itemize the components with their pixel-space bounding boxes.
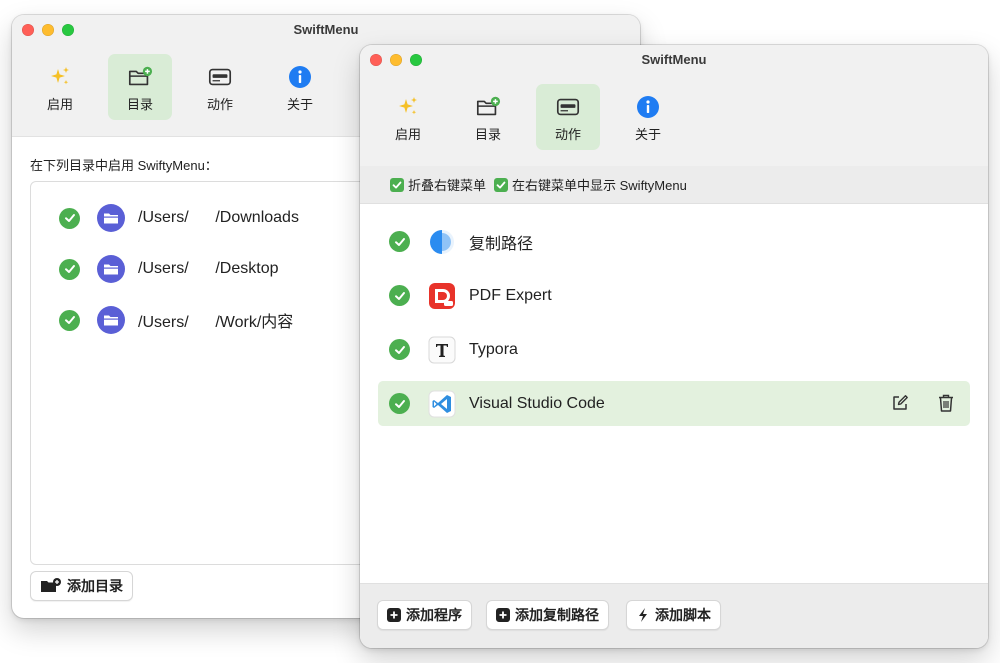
tab-label: 关于 (634, 127, 661, 142)
checkbox-icon (494, 177, 509, 192)
show-in-menu-checkbox[interactable]: 在右键菜单中显示 SwiftyMenu (494, 175, 687, 194)
checkbox-label: 折叠右键菜单 (408, 178, 487, 193)
tab-directories[interactable]: 目录 (108, 54, 172, 120)
list-item[interactable]: 复制路径 (378, 219, 970, 264)
check-icon[interactable] (389, 285, 410, 306)
check-icon[interactable] (59, 207, 80, 229)
front-window: SwiftMenu 启用 目录 动作 关于 折叠右键菜单 在右键菜单中显示 Sw… (360, 45, 988, 648)
check-icon[interactable] (59, 258, 80, 280)
sparkles-icon (47, 64, 73, 90)
tab-label: 动作 (206, 97, 233, 112)
trash-icon[interactable] (936, 393, 956, 413)
tab-bar: 启用 目录 动作 关于 (28, 54, 332, 120)
checkbox-icon (390, 177, 404, 192)
check-icon[interactable] (59, 309, 80, 331)
list-item[interactable]: Typora (378, 327, 970, 372)
tab-actions[interactable]: 动作 (536, 84, 600, 150)
button-label: 添加脚本 (655, 607, 711, 623)
list-item[interactable]: PDF Expert (378, 273, 970, 318)
pdf-expert-icon (428, 282, 456, 310)
bottom-toolbar: 添加程序 添加复制路径 添加脚本 (360, 583, 988, 648)
tab-label: 启用 (394, 127, 421, 142)
add-app-button[interactable]: 添加程序 (377, 600, 472, 630)
tab-label: 关于 (286, 97, 313, 112)
button-label: 添加复制路径 (515, 607, 599, 623)
plus-square-icon (387, 608, 401, 622)
list-item[interactable]: /Users/ /Work/内容 (59, 304, 293, 336)
window-title: SwiftMenu (641, 52, 707, 67)
tab-about[interactable]: 关于 (268, 54, 332, 120)
checkbox-label: 在右键菜单中显示 SwiftyMenu (512, 178, 687, 193)
row-tools (890, 393, 956, 413)
check-icon[interactable] (389, 393, 410, 414)
directory-path: /Users/ /Downloads (138, 209, 299, 226)
copy-path-icon (428, 228, 456, 256)
list-item[interactable]: /Users/ /Desktop (59, 253, 278, 285)
typora-icon (428, 336, 456, 364)
sparkles-icon (395, 94, 421, 120)
button-label: 添加目录 (67, 578, 123, 594)
edit-icon[interactable] (890, 393, 910, 413)
folder-add-icon (40, 578, 62, 594)
check-icon[interactable] (389, 339, 410, 360)
info-icon (635, 94, 661, 120)
add-directory-button[interactable]: 添加目录 (30, 571, 133, 601)
action-name: Typora (469, 340, 518, 358)
menu-panel-icon (207, 64, 233, 90)
add-copy-path-button[interactable]: 添加复制路径 (486, 600, 609, 630)
tab-enable[interactable]: 启用 (28, 54, 92, 120)
tab-label: 目录 (126, 97, 153, 112)
action-name: Visual Studio Code (469, 394, 605, 412)
tab-about[interactable]: 关于 (616, 84, 680, 150)
check-icon[interactable] (389, 231, 410, 252)
directory-path: /Users/ /Desktop (138, 260, 279, 277)
folder-add-icon (127, 64, 153, 90)
window-title: SwiftMenu (293, 22, 359, 37)
menu-panel-icon (555, 94, 581, 120)
tab-label: 启用 (46, 97, 73, 112)
info-icon (287, 64, 313, 90)
button-label: 添加程序 (406, 607, 462, 623)
folder-icon (97, 255, 125, 283)
tab-label: 动作 (554, 127, 581, 142)
action-name: PDF Expert (469, 286, 552, 304)
script-icon (636, 607, 650, 623)
add-script-button[interactable]: 添加脚本 (626, 600, 721, 630)
tab-actions[interactable]: 动作 (188, 54, 252, 120)
plus-square-icon (496, 608, 510, 622)
options-bar: 折叠右键菜单 在右键菜单中显示 SwiftyMenu (360, 166, 988, 204)
directory-path: /Users/ /Work/内容 (138, 314, 294, 331)
folder-add-icon (475, 94, 501, 120)
vscode-icon (428, 390, 456, 418)
tab-enable[interactable]: 启用 (376, 84, 440, 150)
tab-bar: 启用 目录 动作 关于 (376, 84, 680, 150)
tab-directories[interactable]: 目录 (456, 84, 520, 150)
list-item[interactable]: /Users/ /Downloads (59, 202, 299, 234)
toolbar: SwiftMenu 启用 目录 动作 关于 (360, 45, 988, 167)
list-item-selected[interactable]: Visual Studio Code (378, 381, 970, 426)
collapse-menu-checkbox[interactable]: 折叠右键菜单 (390, 175, 486, 194)
folder-icon (97, 306, 125, 334)
directories-heading: 在下列目录中启用 SwiftyMenu： (30, 158, 218, 173)
action-name: 复制路径 (469, 235, 534, 253)
tab-label: 目录 (474, 127, 501, 142)
folder-icon (97, 204, 125, 232)
